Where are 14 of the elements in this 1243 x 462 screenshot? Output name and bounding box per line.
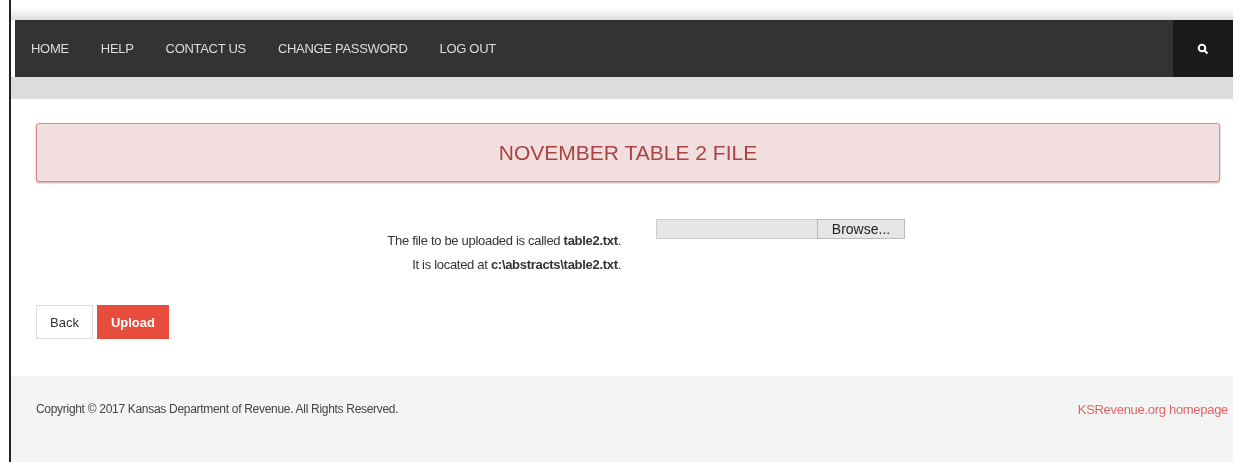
copyright-text: Copyright © 2017 Kansas Department of Revenue. All Rights Reserved.	[36, 402, 399, 416]
nav-link[interactable]: LOG OUT	[423, 41, 512, 56]
page-title: NOVEMBER TABLE 2 FILE	[498, 140, 758, 165]
instruction-text: The file to be uploaded is called table2.txt.	[386, 232, 621, 250]
instruction-text: It is located at c:\abstracts\table2.txt.	[411, 256, 621, 274]
nav-link[interactable]: HELP	[84, 41, 150, 56]
nav-link[interactable]: CHANGE PASSWORD	[261, 41, 424, 56]
nav-link[interactable]: HOME	[31, 41, 85, 56]
browse-button[interactable]: Browse...	[817, 219, 905, 239]
back-button[interactable]: Back	[36, 305, 93, 339]
search-icon	[1197, 42, 1209, 55]
upload-button[interactable]: Upload	[96, 305, 169, 339]
nav-link[interactable]: CONTACT US	[149, 41, 262, 56]
search-button[interactable]	[1173, 20, 1233, 77]
